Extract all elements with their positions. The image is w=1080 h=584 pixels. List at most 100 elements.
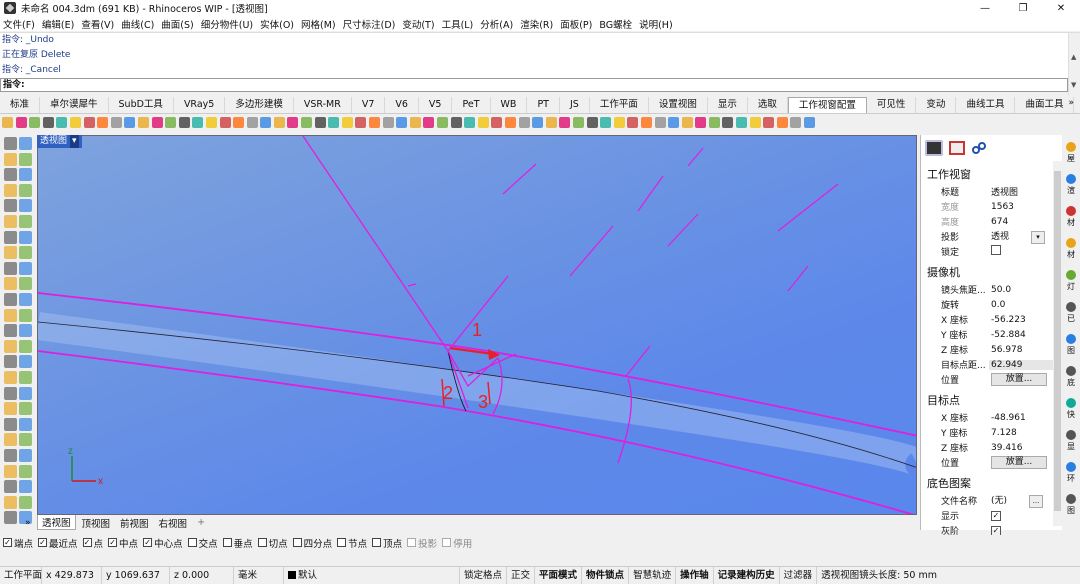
toolbar-tool-icon[interactable] bbox=[437, 117, 448, 128]
toolbox-tool-icon[interactable] bbox=[4, 246, 17, 260]
menu-surface[interactable]: 曲面(S) bbox=[161, 17, 193, 31]
toolbox-tool-icon[interactable] bbox=[19, 417, 32, 431]
toolbar-tool-icon[interactable] bbox=[273, 117, 285, 128]
toolbar-tool-icon[interactable] bbox=[83, 117, 95, 128]
side-tab[interactable]: 已 bbox=[1063, 300, 1079, 330]
tab-viewport-layout[interactable]: 工作视窗配置 bbox=[787, 96, 867, 113]
camera-icon[interactable] bbox=[925, 140, 943, 156]
osnap-item[interactable]: ✓ 点 bbox=[82, 536, 103, 550]
tab-standard[interactable]: 标准 bbox=[0, 96, 41, 113]
toolbar-tool-icon[interactable] bbox=[260, 117, 272, 128]
side-tab[interactable]: 材 bbox=[1063, 204, 1079, 234]
viewport-tab-perspective[interactable]: 透视图 bbox=[37, 515, 76, 530]
viewport-title[interactable]: 透视图 ▾ bbox=[37, 135, 82, 148]
menu-mesh[interactable]: 网格(M) bbox=[301, 17, 336, 31]
side-tab[interactable]: 底 bbox=[1063, 364, 1079, 394]
side-tab[interactable]: 屋 bbox=[1063, 140, 1079, 170]
status-osnap[interactable]: 物件锁点 bbox=[582, 566, 630, 584]
show-checkbox[interactable]: ✓ bbox=[991, 510, 1001, 521]
osnap-item[interactable]: 节点 bbox=[337, 536, 367, 550]
command-input[interactable]: 指令: bbox=[0, 78, 1068, 92]
osnap-item[interactable]: 垂点 bbox=[222, 536, 253, 550]
toolbar-tool-icon[interactable] bbox=[559, 117, 571, 128]
toolbox-tool-icon[interactable] bbox=[4, 137, 17, 150]
tab-pet[interactable]: PeT bbox=[452, 96, 491, 113]
toolbar-tool-icon[interactable] bbox=[708, 117, 720, 128]
browse-file-button[interactable]: ... bbox=[1029, 495, 1044, 508]
toolbox-tool-icon[interactable] bbox=[19, 308, 32, 322]
tab-display[interactable]: 显示 bbox=[708, 96, 748, 113]
toolbox-tool-icon[interactable] bbox=[4, 417, 17, 431]
toolbar-tool-icon[interactable] bbox=[97, 117, 109, 128]
status-history[interactable]: 记录建构历史 bbox=[714, 566, 780, 584]
toolbar-tool-icon[interactable] bbox=[804, 117, 816, 128]
osnap-checkbox[interactable]: ✓ bbox=[143, 538, 153, 547]
toolbox-tool-icon[interactable] bbox=[19, 355, 32, 369]
toolbox-tool-icon[interactable] bbox=[19, 324, 32, 338]
status-filter[interactable]: 过滤器 bbox=[780, 566, 818, 584]
toolbar-tool-icon[interactable] bbox=[42, 117, 54, 128]
osnap-item[interactable]: ✓ 中点 bbox=[108, 536, 138, 550]
toolbar-tool-icon[interactable] bbox=[749, 117, 761, 128]
toolbar-tool-icon[interactable] bbox=[654, 117, 666, 128]
tab-vray5[interactable]: VRay5 bbox=[174, 96, 226, 113]
camera-place-button[interactable]: 放置... bbox=[991, 373, 1047, 386]
toolbar-tool-icon[interactable] bbox=[219, 117, 231, 128]
toolbox-tool-icon[interactable] bbox=[19, 183, 32, 197]
side-tab[interactable]: 渲 bbox=[1063, 172, 1079, 202]
side-tab[interactable]: 快 bbox=[1063, 396, 1079, 426]
scroll-up-icon[interactable]: ▲ bbox=[1071, 53, 1076, 61]
menu-view[interactable]: 查看(V) bbox=[81, 17, 114, 31]
toolbar-tool-icon[interactable] bbox=[613, 117, 625, 128]
toolbar-tool-icon[interactable] bbox=[532, 117, 544, 128]
osnap-checkbox[interactable] bbox=[222, 538, 232, 547]
perspective-viewport[interactable]: 1 2 3 z x bbox=[37, 135, 917, 515]
menu-transform[interactable]: 变动(T) bbox=[402, 17, 434, 31]
osnap-checkbox[interactable] bbox=[337, 538, 347, 547]
toolbar-tool-icon[interactable] bbox=[165, 117, 177, 128]
osnap-checkbox[interactable]: ✓ bbox=[108, 538, 118, 547]
osnap-item[interactable]: ✓ 最近点 bbox=[38, 536, 78, 550]
tab-js[interactable]: JS bbox=[560, 96, 590, 113]
toolbox-tool-icon[interactable] bbox=[4, 199, 17, 213]
menu-curve[interactable]: 曲线(C) bbox=[121, 17, 154, 31]
osnap-item[interactable]: ✓ 中心点 bbox=[143, 536, 183, 550]
toolbox-tool-icon[interactable] bbox=[4, 183, 17, 197]
toolbox-tool-icon[interactable] bbox=[19, 230, 32, 244]
viewport-tab-top[interactable]: 顶视图 bbox=[78, 516, 115, 530]
toolbar-tool-icon[interactable] bbox=[477, 117, 489, 128]
tab-zhuoermo[interactable]: 卓尔谟犀牛 bbox=[40, 96, 109, 113]
toolbar-tool-icon[interactable] bbox=[29, 117, 41, 128]
toolbar-tool-icon[interactable] bbox=[668, 117, 680, 128]
toolbox-tool-icon[interactable] bbox=[19, 246, 32, 260]
menu-tools[interactable]: 工具(L) bbox=[442, 17, 474, 31]
toolbox-tool-icon[interactable] bbox=[19, 464, 32, 478]
toolbox-tool-icon[interactable] bbox=[19, 339, 32, 353]
toolbar-tool-icon[interactable] bbox=[15, 117, 27, 128]
close-button[interactable]: ✕ bbox=[1042, 0, 1080, 16]
toolbar-tool-icon[interactable] bbox=[409, 117, 421, 128]
toolbar-tool-icon[interactable] bbox=[328, 117, 340, 128]
toolbar-tool-icon[interactable] bbox=[341, 117, 353, 128]
toolbar-tool-icon[interactable] bbox=[776, 117, 788, 128]
focal-length-value[interactable]: 50.0 bbox=[989, 285, 1062, 295]
osnap-checkbox[interactable] bbox=[187, 538, 197, 547]
toolbox-tool-icon[interactable] bbox=[19, 293, 32, 306]
side-tab[interactable]: 灯 bbox=[1063, 268, 1079, 298]
toolbar-tool-icon[interactable] bbox=[450, 117, 462, 128]
toolbar-tool-icon[interactable] bbox=[205, 117, 217, 128]
toolbar-tool-icon[interactable] bbox=[627, 117, 639, 128]
osnap-item[interactable]: 投影 bbox=[407, 536, 437, 550]
toolbox-tool-icon[interactable] bbox=[4, 339, 17, 353]
toolbox-tool-icon[interactable] bbox=[19, 215, 32, 228]
viewport-tab-front[interactable]: 前视图 bbox=[116, 516, 153, 530]
toolbar-tool-icon[interactable] bbox=[2, 117, 13, 128]
toolbox-tool-icon[interactable] bbox=[4, 511, 17, 525]
toolbox-tool-icon[interactable] bbox=[4, 215, 17, 228]
toolbox-tool-icon[interactable] bbox=[19, 261, 32, 275]
minimize-button[interactable]: — bbox=[966, 0, 1004, 16]
toolbox-tool-icon[interactable] bbox=[4, 293, 17, 306]
toolbox-tool-icon[interactable] bbox=[4, 261, 17, 275]
menu-help[interactable]: 说明(H) bbox=[639, 17, 673, 31]
osnap-checkbox[interactable] bbox=[407, 538, 417, 547]
